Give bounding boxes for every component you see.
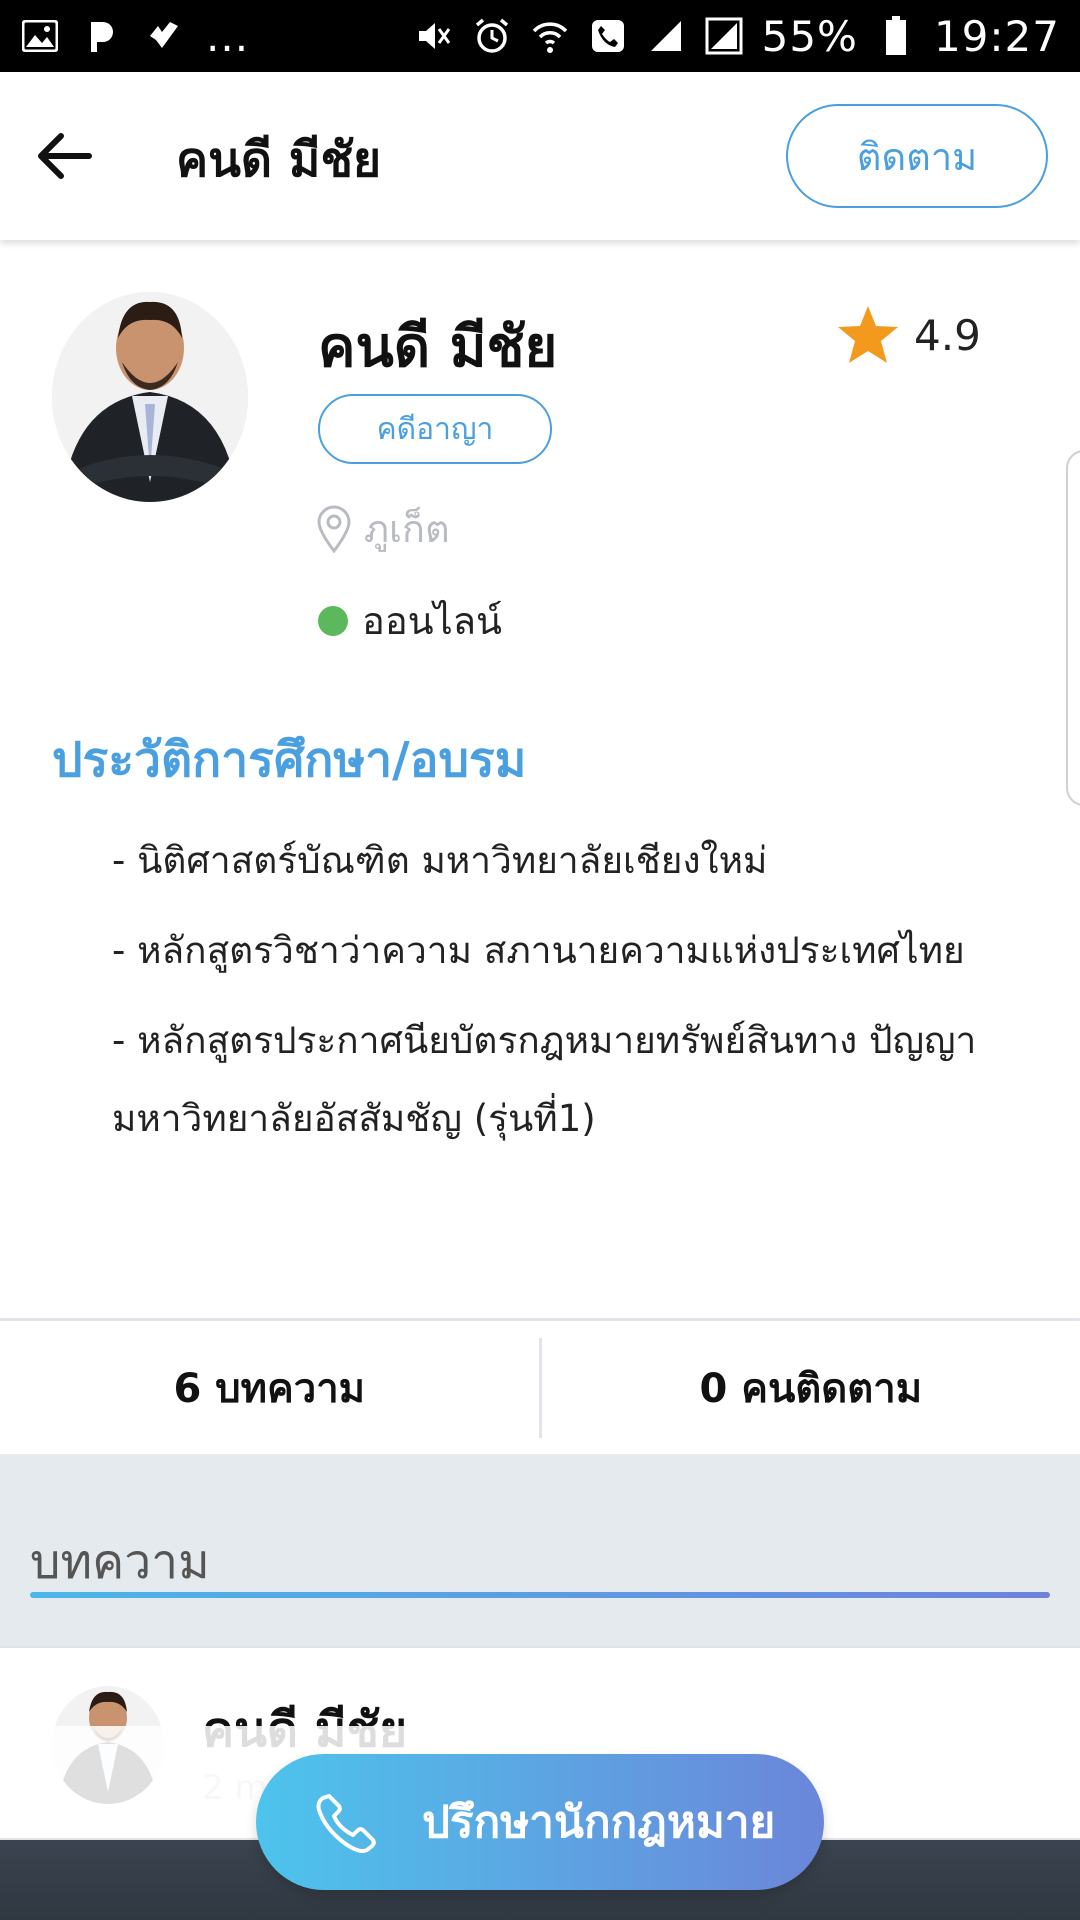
mute-icon (414, 16, 454, 56)
online-status-text: ออนไลน์ (362, 599, 502, 643)
stats-divider (0, 1318, 1080, 1321)
online-status: ออนไลน์ (318, 590, 502, 651)
lawyer-photo (52, 292, 248, 502)
phone-call-icon (588, 16, 628, 56)
rating: 4.9 (836, 304, 981, 366)
stats-bar: 6 บทความ 0 คนติดตาม (0, 1322, 1080, 1454)
category-tag: คดีอาญา (318, 394, 552, 464)
phone-icon (312, 1787, 382, 1857)
clock: 19:27 (933, 11, 1060, 61)
location-pin-icon (317, 505, 351, 553)
articles-tab-indicator (30, 1592, 1050, 1598)
follow-button[interactable]: ติดตาม (786, 104, 1048, 208)
battery-icon (876, 16, 916, 56)
education-item: - นิติศาสตร์บัณฑิต มหาวิทยาลัยเชียงใหม่ (112, 839, 768, 882)
alarm-icon (472, 16, 512, 56)
p-app-notification-icon (82, 16, 122, 56)
app-bar: คนดี มีชัย ติดตาม (0, 72, 1080, 240)
star-icon (838, 306, 898, 363)
more-notifications: ... (206, 11, 250, 61)
articles-count[interactable]: 6 บทความ (0, 1322, 539, 1454)
education-item: - หลักสูตรวิชาว่าความ สภานายความแห่งประเ… (112, 929, 965, 972)
online-dot-icon (318, 605, 348, 636)
gallery-notification-icon (20, 16, 60, 56)
articles-section-title: บทความ (30, 1534, 210, 1590)
consult-lawyer-button[interactable]: ปรึกษานักกฎหมาย (256, 1754, 824, 1890)
lawyer-name: คนดี มีชัย (318, 315, 558, 380)
lawyer-profile-screen: ... 55% 19:27 คนดี มีชัย ติดตาม คนดี มีช… (0, 0, 1080, 1920)
rating-value: 4.9 (914, 310, 981, 360)
location: ภูเก็ต (316, 498, 450, 559)
signal-icon (646, 16, 686, 56)
signal-2-icon (704, 16, 744, 56)
wifi-call-icon (530, 16, 570, 56)
followers-count[interactable]: 0 คนติดตาม (542, 1322, 1080, 1454)
consult-lawyer-label: ปรึกษานักกฎหมาย (422, 1797, 776, 1848)
lawyer-avatar (52, 292, 248, 502)
status-bar: ... 55% 19:27 (0, 0, 1080, 72)
education-list: - นิติศาสตร์บัณฑิต มหาวิทยาลัยเชียงใหม่ … (112, 822, 1032, 1158)
education-title: ประวัติการศึกษา/อบรม (52, 732, 527, 788)
location-text: ภูเก็ต (364, 507, 450, 551)
page-title: คนดี มีชัย (176, 132, 382, 188)
side-drawer-handle[interactable] (1066, 450, 1080, 806)
check-notification-icon (144, 16, 184, 56)
back-button[interactable] (30, 126, 100, 186)
education-item: - หลักสูตรประกาศนียบัตรกฎหมายทรัพย์สินทา… (112, 1019, 977, 1140)
back-arrow-icon (38, 133, 92, 179)
battery-percent: 55% (761, 11, 858, 61)
